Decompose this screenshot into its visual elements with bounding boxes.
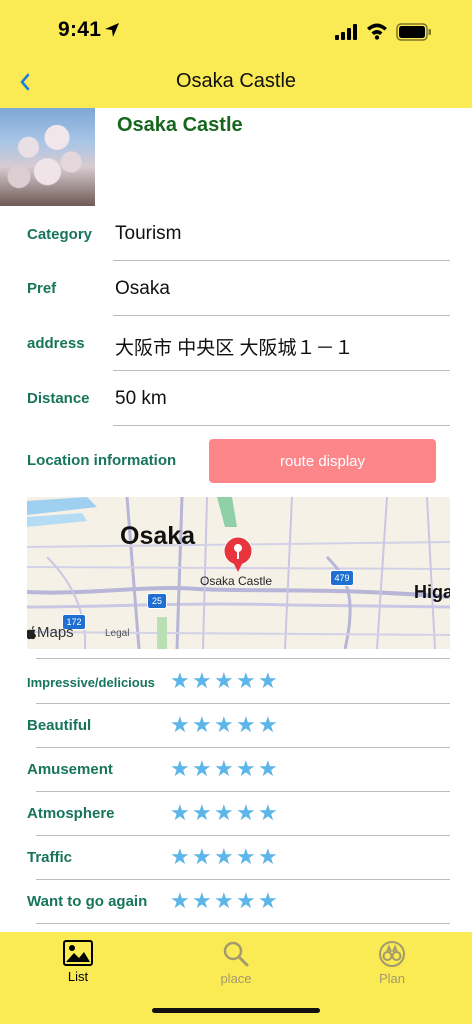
tab-label: Plan (378, 971, 406, 986)
map-city-label: Osaka (120, 522, 196, 550)
star-icon[interactable]: ★ (170, 670, 190, 692)
rating-label: Atmosphere (27, 805, 115, 822)
info-value: 50 km (115, 388, 167, 409)
tab-label: place (220, 971, 252, 986)
home-indicator (152, 1008, 320, 1013)
battery-icon (396, 23, 431, 41)
star-icon[interactable]: ★ (214, 758, 234, 780)
info-row-distance: Distance 50 km (0, 372, 472, 427)
location-arrow-icon (105, 23, 119, 37)
star-icon[interactable]: ★ (258, 670, 278, 692)
star-rating[interactable]: ★ ★ ★ ★ ★ (170, 670, 278, 692)
divider (113, 315, 450, 316)
star-icon[interactable]: ★ (236, 846, 256, 868)
rating-row-traffic: Traffic ★ ★ ★ ★ ★ (0, 836, 472, 880)
star-icon[interactable]: ★ (192, 670, 212, 692)
route-shield: 25 (147, 593, 167, 609)
star-icon[interactable]: ★ (236, 714, 256, 736)
rating-label: Impressive/delicious (27, 675, 155, 690)
place-name: Osaka Castle (117, 114, 243, 136)
route-display-button[interactable]: route display (209, 439, 436, 483)
star-icon[interactable]: ★ (214, 714, 234, 736)
star-icon[interactable]: ★ (192, 846, 212, 868)
map-attribution: Maps (37, 624, 74, 641)
status-time: 9:41 (58, 18, 102, 41)
rating-label: Traffic (27, 849, 73, 866)
rating-label: Want to go again (27, 893, 148, 910)
map-pin-icon[interactable] (222, 536, 254, 574)
info-row-address: address 大阪市 中央区 大阪城１－１ (0, 317, 472, 372)
photo-icon (63, 940, 93, 966)
info-label: address (27, 335, 85, 352)
binoculars-icon (379, 941, 405, 967)
rating-row-atmosphere: Atmosphere ★ ★ ★ ★ ★ (0, 792, 472, 836)
rating-row-impressive: Impressive/delicious ★ ★ ★ ★ ★ (0, 660, 472, 704)
info-label: Pref (27, 280, 57, 297)
star-icon[interactable]: ★ (258, 890, 278, 912)
map-edge-label: Higa (414, 582, 450, 602)
info-value: Tourism (115, 223, 182, 244)
tab-label: List (67, 969, 89, 984)
star-icon[interactable]: ★ (192, 802, 212, 824)
info-row-pref: Pref Osaka (0, 262, 472, 317)
star-icon[interactable]: ★ (214, 890, 234, 912)
wifi-icon (367, 23, 387, 40)
divider (113, 425, 450, 426)
star-icon[interactable]: ★ (170, 846, 190, 868)
star-icon[interactable]: ★ (214, 846, 234, 868)
star-icon[interactable]: ★ (192, 758, 212, 780)
signal-icon (335, 24, 357, 40)
apple-logo-icon (27, 626, 36, 640)
map-legal-link[interactable]: Legal (105, 628, 129, 639)
star-icon[interactable]: ★ (214, 802, 234, 824)
star-icon[interactable]: ★ (170, 802, 190, 824)
tab-plan[interactable]: Plan (347, 940, 437, 986)
map-view[interactable]: Osaka Osaka Castle Higa 479 25 172 Maps … (27, 497, 450, 649)
star-rating[interactable]: ★ ★ ★ ★ ★ (170, 802, 278, 824)
star-icon[interactable]: ★ (236, 890, 256, 912)
star-icon[interactable]: ★ (258, 846, 278, 868)
header: 9:41 Osaka Castle (0, 0, 472, 108)
star-icon[interactable]: ★ (236, 670, 256, 692)
place-photo (0, 108, 95, 206)
rating-label: Amusement (27, 761, 113, 778)
star-icon[interactable]: ★ (192, 714, 212, 736)
route-shield: 479 (330, 570, 354, 586)
star-rating[interactable]: ★ ★ ★ ★ ★ (170, 846, 278, 868)
info-value: Osaka (115, 278, 170, 299)
star-icon[interactable]: ★ (170, 714, 190, 736)
star-icon[interactable]: ★ (192, 890, 212, 912)
divider (113, 370, 450, 371)
map-pin-label: Osaka Castle (200, 574, 273, 588)
tab-place[interactable]: place (191, 940, 281, 986)
star-icon[interactable]: ★ (236, 802, 256, 824)
rating-label: Beautiful (27, 717, 92, 734)
search-icon (223, 941, 249, 967)
info-label: Category (27, 226, 93, 243)
star-icon[interactable]: ★ (258, 802, 278, 824)
divider (36, 923, 450, 924)
tab-list[interactable]: List (33, 940, 123, 984)
star-icon[interactable]: ★ (170, 758, 190, 780)
divider (113, 260, 450, 261)
star-rating[interactable]: ★ ★ ★ ★ ★ (170, 714, 278, 736)
star-icon[interactable]: ★ (170, 890, 190, 912)
info-value: 大阪市 中央区 大阪城１－１ (115, 338, 354, 359)
star-icon[interactable]: ★ (258, 714, 278, 736)
divider (36, 658, 450, 659)
rating-row-amusement: Amusement ★ ★ ★ ★ ★ (0, 748, 472, 792)
nav-title: Osaka Castle (175, 70, 297, 92)
rating-row-want-to-go-again: Want to go again ★ ★ ★ ★ ★ (0, 880, 472, 924)
star-rating[interactable]: ★ ★ ★ ★ ★ (170, 890, 278, 912)
star-icon[interactable]: ★ (258, 758, 278, 780)
info-label: Distance (27, 390, 90, 407)
star-icon[interactable]: ★ (236, 758, 256, 780)
location-label: Location information (27, 452, 177, 469)
rating-row-beautiful: Beautiful ★ ★ ★ ★ ★ (0, 704, 472, 748)
info-row-category: Category Tourism (0, 207, 472, 262)
star-icon[interactable]: ★ (214, 670, 234, 692)
star-rating[interactable]: ★ ★ ★ ★ ★ (170, 758, 278, 780)
